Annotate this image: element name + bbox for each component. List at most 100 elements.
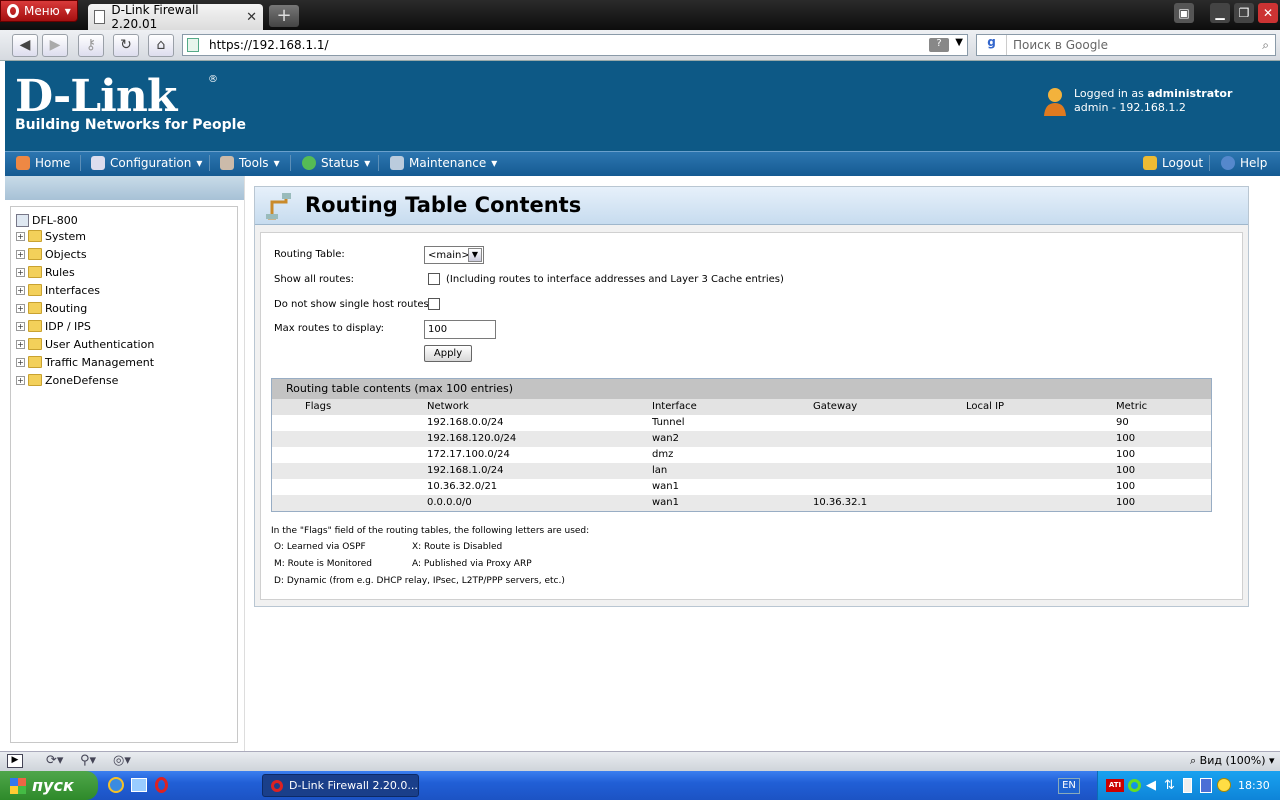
page-icon	[94, 10, 106, 24]
windows-flag-icon	[10, 777, 26, 794]
opera-icon	[7, 4, 19, 18]
close-window-button[interactable]: ✕	[1258, 3, 1278, 23]
device-tray-icon[interactable]	[1200, 778, 1212, 793]
search-box[interactable]: g Поиск в Google ⌕	[976, 34, 1276, 56]
forward-icon[interactable]: ▶	[42, 34, 68, 57]
username: administrator	[1147, 87, 1233, 100]
tree-item-objects[interactable]: + Objects	[16, 245, 87, 263]
zoom-control[interactable]: ⌕ Вид (100%) ▾	[1190, 754, 1275, 768]
browser-tab[interactable]: D-Link Firewall 2.20.01 ✕	[88, 3, 263, 31]
frame-divider[interactable]	[244, 176, 245, 751]
flag-a: A: Published via Proxy ARP	[412, 559, 532, 569]
tree-item-user-authentication[interactable]: + User Authentication	[16, 335, 154, 353]
flag-x: X: Route is Disabled	[412, 542, 503, 552]
tree-item-rules[interactable]: + Rules	[16, 263, 75, 281]
home-nav-icon	[16, 156, 30, 170]
expand-icon[interactable]: +	[16, 249, 25, 259]
nav-tools[interactable]: Tools ▾	[220, 151, 280, 175]
expand-icon[interactable]: +	[16, 357, 25, 367]
nav-status[interactable]: Status ▾	[302, 151, 370, 175]
nav-help[interactable]: Help	[1221, 151, 1267, 175]
tab-close-icon[interactable]: ✕	[246, 10, 257, 25]
tree-item-idp-ips[interactable]: + IDP / IPS	[16, 317, 91, 335]
unite-icon[interactable]: ⚲▾	[80, 753, 96, 768]
nav-separator	[80, 155, 81, 171]
zoom-icon: ⌕	[1190, 754, 1197, 767]
opera-menu-button[interactable]: Меню ▾	[0, 0, 78, 22]
back-icon[interactable]: ◀	[12, 34, 38, 57]
network-icon[interactable]: ⇅	[1164, 778, 1175, 793]
max-routes-input[interactable]: 100	[424, 320, 496, 339]
language-indicator[interactable]: EN	[1058, 778, 1080, 794]
folder-icon	[28, 320, 42, 332]
status-icon	[302, 156, 316, 170]
site-info-icon[interactable]: ?	[929, 38, 949, 52]
security-tray-icon[interactable]	[1217, 778, 1231, 792]
no-single-host-checkbox[interactable]	[428, 298, 440, 310]
nav-separator	[209, 155, 210, 171]
home-icon[interactable]: ⌂	[148, 34, 174, 57]
no-single-host-label: Do not show single host routes:	[274, 299, 433, 310]
nav-configuration[interactable]: Configuration ▾	[91, 151, 202, 175]
ie-icon[interactable]	[108, 777, 124, 793]
flag-o: O: Learned via OSPF	[274, 542, 366, 552]
address-bar[interactable]: https://192.168.1.1/? ▼	[182, 34, 968, 56]
folder-icon	[28, 284, 42, 296]
address-dropdown-icon[interactable]: ▼	[955, 37, 963, 48]
expand-icon[interactable]: +	[16, 321, 25, 331]
login-status: Logged in as administrator	[1074, 87, 1233, 100]
tree-item-zonedefense[interactable]: + ZoneDefense	[16, 371, 118, 389]
apply-button[interactable]: Apply	[424, 345, 472, 362]
search-icon[interactable]: ⌕	[1262, 38, 1269, 53]
start-button[interactable]: пуск	[0, 771, 98, 800]
volume-icon[interactable]: ◀	[1146, 778, 1156, 793]
tree-item-system[interactable]: + System	[16, 227, 86, 245]
nav-home[interactable]: Home	[16, 151, 70, 175]
expand-icon[interactable]: +	[16, 285, 25, 295]
new-tab-button[interactable]: +	[269, 5, 299, 27]
search-placeholder: Поиск в Google	[1013, 38, 1109, 52]
routing-table-select[interactable]: <main> ▼	[424, 246, 484, 264]
expand-icon[interactable]: +	[16, 303, 25, 313]
nav-maintenance[interactable]: Maintenance ▾	[390, 151, 497, 175]
nav-logout[interactable]: Logout	[1143, 151, 1203, 175]
nav-separator	[1209, 155, 1210, 171]
secure-page-icon	[187, 38, 199, 52]
maximize-button[interactable]: ❐	[1234, 3, 1254, 23]
battery-icon[interactable]	[1183, 778, 1192, 793]
session-info: admin - 192.168.1.2	[1074, 101, 1186, 114]
folder-icon	[28, 302, 42, 314]
folder-icon	[28, 338, 42, 350]
routing-table-caption: Routing table contents (max 100 entries)	[272, 379, 1211, 399]
tab-list-icon[interactable]: ▣	[1174, 3, 1194, 23]
column-header: Network	[427, 401, 469, 412]
google-icon[interactable]: g	[977, 35, 1007, 55]
table-row: 192.168.0.0/24 Tunnel 90	[272, 415, 1211, 431]
url-text: https://192.168.1.1/	[209, 38, 329, 52]
minimize-button[interactable]: ▁	[1210, 3, 1230, 23]
nav-separator	[290, 155, 291, 171]
taskbar-opera-window[interactable]: D-Link Firewall 2.20.0...	[262, 774, 419, 797]
tree-item-traffic-management[interactable]: + Traffic Management	[16, 353, 154, 371]
sync-icon[interactable]: ⟳▾	[46, 753, 63, 768]
opera-quicklaunch-icon[interactable]	[155, 777, 168, 793]
show-all-routes-checkbox[interactable]	[428, 273, 440, 285]
tree-item-interfaces[interactable]: + Interfaces	[16, 281, 100, 299]
panel-toggle-icon[interactable]: ▶	[7, 754, 23, 768]
turbo-icon[interactable]: ◎▾	[113, 753, 131, 768]
table-header-row: Flags Network Interface Gateway Local IP…	[272, 399, 1211, 415]
folder-icon	[28, 248, 42, 260]
expand-icon[interactable]: +	[16, 375, 25, 385]
expand-icon[interactable]: +	[16, 339, 25, 349]
show-desktop-icon[interactable]	[131, 778, 147, 792]
expand-icon[interactable]: +	[16, 267, 25, 277]
reload-icon[interactable]: ↻	[113, 34, 139, 57]
key-icon[interactable]: ⚷	[78, 34, 104, 57]
tree-item-routing[interactable]: + Routing	[16, 299, 87, 317]
flag-m: M: Route is Monitored	[274, 559, 372, 569]
tray-app-icon[interactable]	[1128, 779, 1141, 792]
sidebar-header	[5, 176, 244, 200]
ati-icon[interactable]: ATI	[1106, 779, 1124, 792]
expand-icon[interactable]: +	[16, 231, 25, 241]
maintenance-icon	[390, 156, 404, 170]
